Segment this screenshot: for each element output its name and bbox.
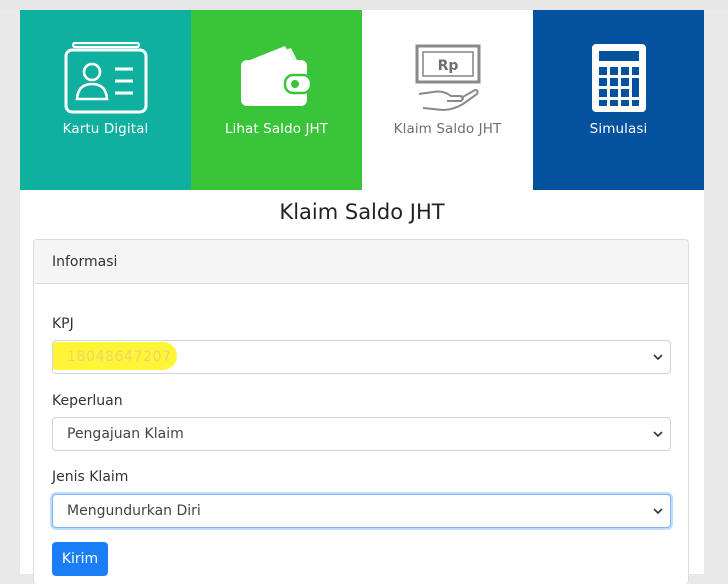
- keperluan-select[interactable]: Pengajuan Klaim: [52, 417, 671, 451]
- keperluan-label: Keperluan: [52, 393, 123, 409]
- kpj-label: KPJ: [52, 316, 74, 332]
- info-panel: Informasi KPJ 18048647207 Keperluan Peng…: [33, 239, 689, 584]
- jenis-klaim-select[interactable]: Mengundurkan Diri: [52, 494, 671, 528]
- panel-header: Informasi: [34, 240, 688, 284]
- keperluan-value: Pengajuan Klaim: [67, 426, 184, 442]
- submit-button[interactable]: Kirim: [52, 542, 108, 576]
- browser-top-strip: [0, 0, 728, 10]
- jenis-klaim-label: Jenis Klaim: [52, 469, 129, 485]
- calculator-icon: [591, 44, 646, 112]
- money-hand-icon: Rp: [415, 44, 480, 112]
- kpj-value: 18048647207: [67, 349, 172, 365]
- tile-kartu-digital[interactable]: Kartu Digital: [20, 10, 191, 190]
- rupiah-text: Rp: [437, 58, 458, 74]
- tile-simulasi[interactable]: Simulasi: [533, 10, 704, 190]
- chevron-down-icon: [653, 508, 663, 515]
- menu-tiles: Kartu Digital Lihat Saldo JHT Rp Klaim S…: [20, 10, 704, 190]
- tile-klaim-saldo[interactable]: Rp Klaim Saldo JHT: [362, 10, 533, 190]
- tile-label: Lihat Saldo JHT: [224, 121, 329, 137]
- tile-label: Kartu Digital: [62, 121, 149, 137]
- id-card-icon: [64, 42, 147, 114]
- kpj-select[interactable]: 18048647207: [52, 340, 671, 374]
- chevron-down-icon: [653, 354, 663, 361]
- tile-lihat-saldo[interactable]: Lihat Saldo JHT: [191, 10, 362, 190]
- main-card: Kartu Digital Lihat Saldo JHT Rp Klaim S…: [20, 10, 704, 584]
- jenis-klaim-value: Mengundurkan Diri: [67, 503, 201, 519]
- wallet-icon: [240, 46, 312, 106]
- page-title: Klaim Saldo JHT: [279, 200, 445, 224]
- tile-label: Simulasi: [589, 121, 648, 137]
- tile-label: Klaim Saldo JHT: [393, 121, 502, 137]
- chevron-down-icon: [653, 431, 663, 438]
